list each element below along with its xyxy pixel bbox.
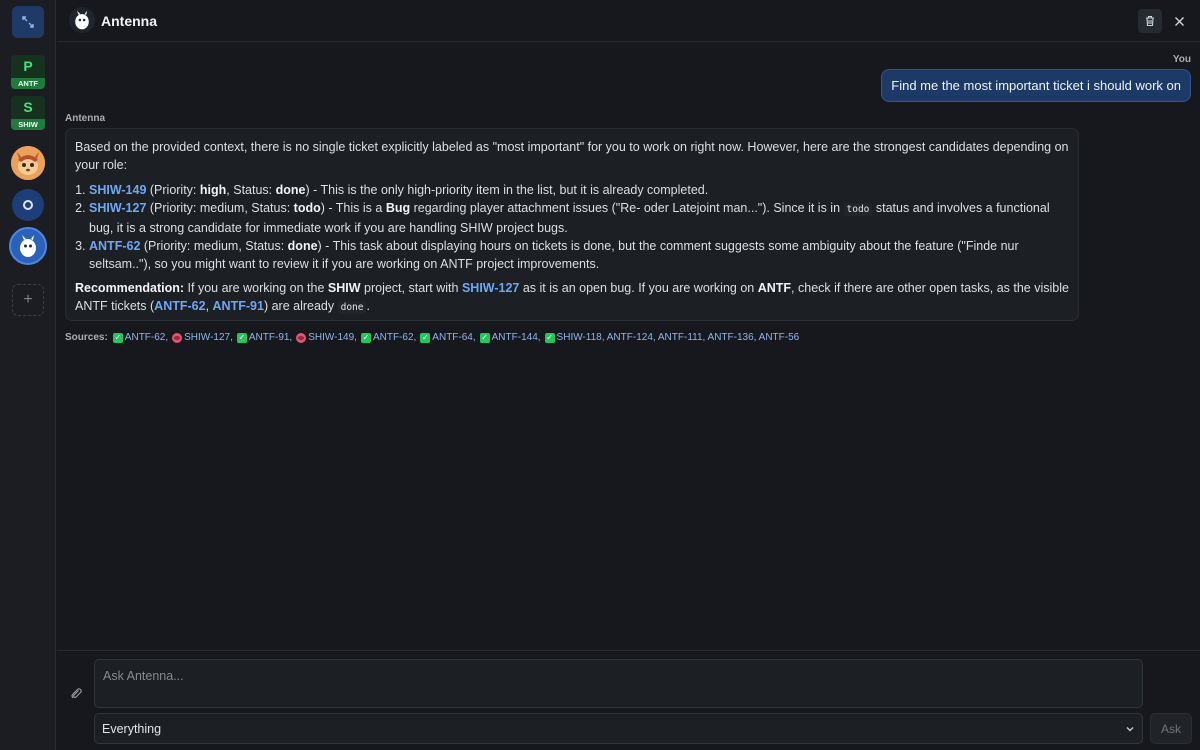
candidate-list: SHIW-149 (Priority: high, Status: done) … bbox=[75, 181, 1069, 273]
source-link[interactable]: ✓ SHIW-118, ANTF-124, ANTF-111, ANTF-136,… bbox=[544, 332, 799, 343]
trash-icon[interactable] bbox=[1138, 9, 1162, 33]
check-icon: ✓ bbox=[236, 332, 247, 343]
ticket-link[interactable]: SHIW-149 bbox=[89, 183, 146, 197]
composer: Everything Ask bbox=[57, 650, 1200, 750]
antenna-avatar[interactable] bbox=[9, 227, 47, 265]
sidebar: P ANTF S SHIW + bbox=[0, 0, 56, 750]
ask-button[interactable]: Ask bbox=[1150, 713, 1192, 744]
sources: Sources: ✓ ANTF-62, SHIW-127, ✓ ANTF-91, S… bbox=[65, 332, 803, 343]
source-link[interactable]: SHIW-127, bbox=[172, 332, 233, 343]
project-letter: S bbox=[23, 99, 33, 115]
ticket-link[interactable]: SHIW-127 bbox=[462, 281, 519, 295]
check-icon: ✓ bbox=[544, 332, 555, 343]
ring-icon bbox=[23, 200, 33, 210]
source-link[interactable]: ✓ ANTF-144, bbox=[479, 332, 541, 343]
source-link[interactable]: ✓ ANTF-91, bbox=[236, 332, 292, 343]
fox-avatar[interactable] bbox=[11, 146, 45, 180]
bug-icon bbox=[172, 332, 183, 343]
list-item: SHIW-127 (Priority: medium, Status: todo… bbox=[89, 199, 1069, 237]
header: Antenna bbox=[57, 0, 1200, 42]
inline-code: todo bbox=[843, 203, 873, 216]
ticket-link[interactable]: ANTF-91 bbox=[213, 299, 264, 313]
project-antf[interactable]: P ANTF bbox=[11, 55, 45, 89]
assistant-label: Antenna bbox=[65, 113, 105, 124]
ticket-link[interactable]: ANTF-62 bbox=[89, 239, 140, 253]
ticket-link[interactable]: ANTF-62 bbox=[154, 299, 205, 313]
project-tag: SHIW bbox=[11, 119, 45, 130]
scope-value: Everything bbox=[102, 721, 162, 736]
chevron-down-icon bbox=[1126, 727, 1134, 732]
check-icon: ✓ bbox=[479, 332, 490, 343]
expand-icon[interactable] bbox=[12, 6, 44, 38]
assistant-message: Based on the provided context, there is … bbox=[65, 128, 1079, 321]
ask-input[interactable] bbox=[94, 659, 1143, 708]
check-icon: ✓ bbox=[420, 332, 431, 343]
sources-label: Sources: bbox=[65, 332, 108, 343]
project-tag: ANTF bbox=[11, 78, 45, 89]
bug-icon bbox=[296, 332, 307, 343]
user-message: Find me the most important ticket i shou… bbox=[881, 69, 1191, 102]
service-avatar[interactable] bbox=[12, 189, 44, 221]
list-item: SHIW-149 (Priority: high, Status: done) … bbox=[89, 181, 1069, 199]
close-icon[interactable] bbox=[1167, 9, 1191, 33]
recommendation: Recommendation: If you are working on th… bbox=[75, 281, 1069, 314]
project-shiw[interactable]: S SHIW bbox=[11, 96, 45, 130]
scope-select[interactable]: Everything bbox=[94, 713, 1143, 744]
source-link[interactable]: ✓ ANTF-64, bbox=[420, 332, 476, 343]
ticket-link[interactable]: SHIW-127 bbox=[89, 201, 146, 215]
check-icon: ✓ bbox=[112, 332, 123, 343]
paperclip-icon[interactable] bbox=[69, 686, 83, 700]
user-label: You bbox=[1172, 54, 1191, 65]
source-link[interactable]: SHIW-149, bbox=[296, 332, 357, 343]
check-icon: ✓ bbox=[360, 332, 371, 343]
source-link[interactable]: ✓ ANTF-62, bbox=[112, 332, 168, 343]
project-letter: P bbox=[23, 58, 33, 74]
add-project-button[interactable]: + bbox=[12, 284, 44, 316]
page-title: Antenna bbox=[101, 13, 157, 29]
antenna-logo-icon bbox=[69, 7, 95, 33]
inline-code: done bbox=[337, 301, 367, 314]
source-link[interactable]: ✓ ANTF-62, bbox=[360, 332, 416, 343]
assistant-intro: Based on the provided context, there is … bbox=[75, 140, 1069, 172]
list-item: ANTF-62 (Priority: medium, Status: done)… bbox=[89, 237, 1069, 273]
